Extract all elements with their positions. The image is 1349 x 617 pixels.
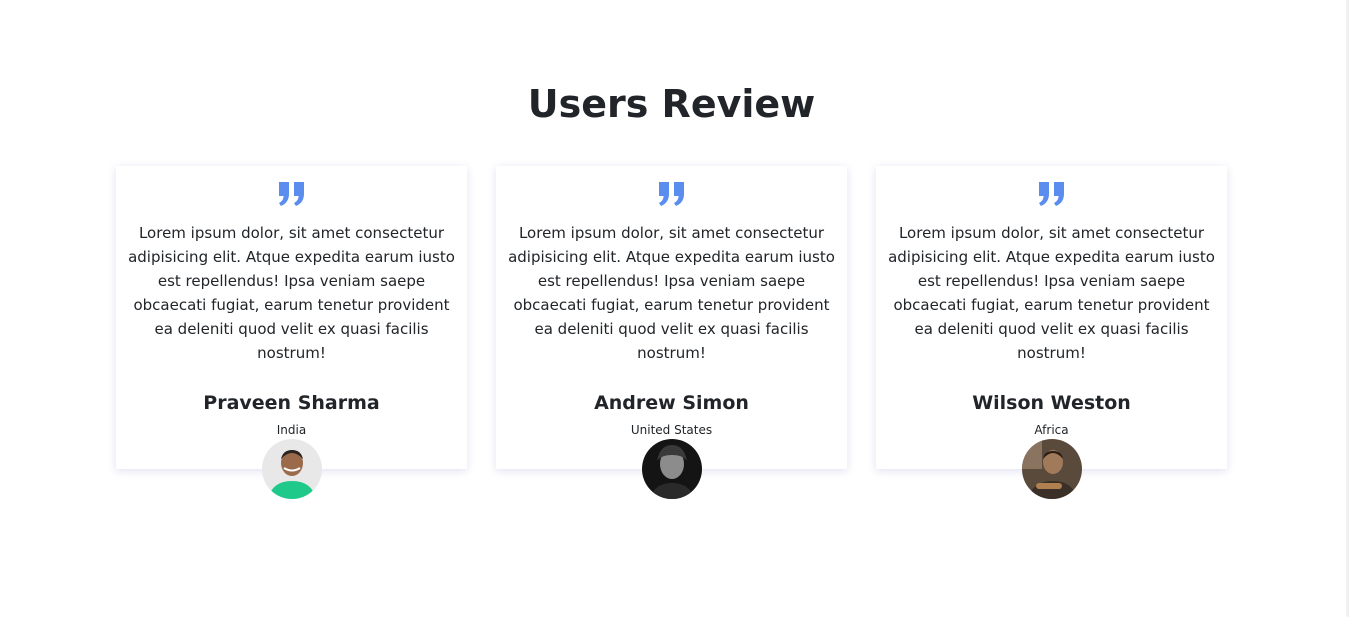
quote-mark bbox=[116, 166, 467, 208]
review-text: Lorem ipsum dolor, sit amet consectetur … bbox=[508, 224, 835, 362]
avatar-photo-icon bbox=[641, 439, 702, 499]
section-title: Users Review bbox=[527, 82, 816, 126]
quote-icon bbox=[278, 182, 304, 206]
avatar-photo-icon bbox=[1021, 439, 1082, 499]
page: Users Review Lorem ipsum dolor, sit amet… bbox=[0, 0, 1349, 617]
reviewer-name: Wilson Weston bbox=[972, 392, 1131, 414]
avatar bbox=[1021, 439, 1082, 499]
review-card: Lorem ipsum dolor, sit amet consectetur … bbox=[116, 166, 467, 499]
quote-icon bbox=[1038, 182, 1064, 206]
review-text: Lorem ipsum dolor, sit amet consectetur … bbox=[888, 224, 1215, 362]
review-card: Lorem ipsum dolor, sit amet consectetur … bbox=[496, 166, 847, 499]
review-card: Lorem ipsum dolor, sit amet consectetur … bbox=[876, 166, 1227, 499]
avatar-photo-icon bbox=[261, 439, 322, 499]
avatar bbox=[261, 439, 322, 499]
reviewer-location: United States bbox=[630, 423, 713, 437]
reviewer-location: Africa bbox=[1034, 423, 1069, 437]
reviewer-name: Praveen Sharma bbox=[203, 392, 380, 414]
reviewer-location: India bbox=[276, 423, 307, 437]
avatar bbox=[641, 439, 702, 499]
reviewer-name: Andrew Simon bbox=[594, 392, 749, 414]
review-text: Lorem ipsum dolor, sit amet consectetur … bbox=[128, 224, 455, 362]
quote-icon bbox=[658, 182, 684, 206]
quote-mark bbox=[496, 166, 847, 208]
quote-mark bbox=[876, 166, 1227, 208]
